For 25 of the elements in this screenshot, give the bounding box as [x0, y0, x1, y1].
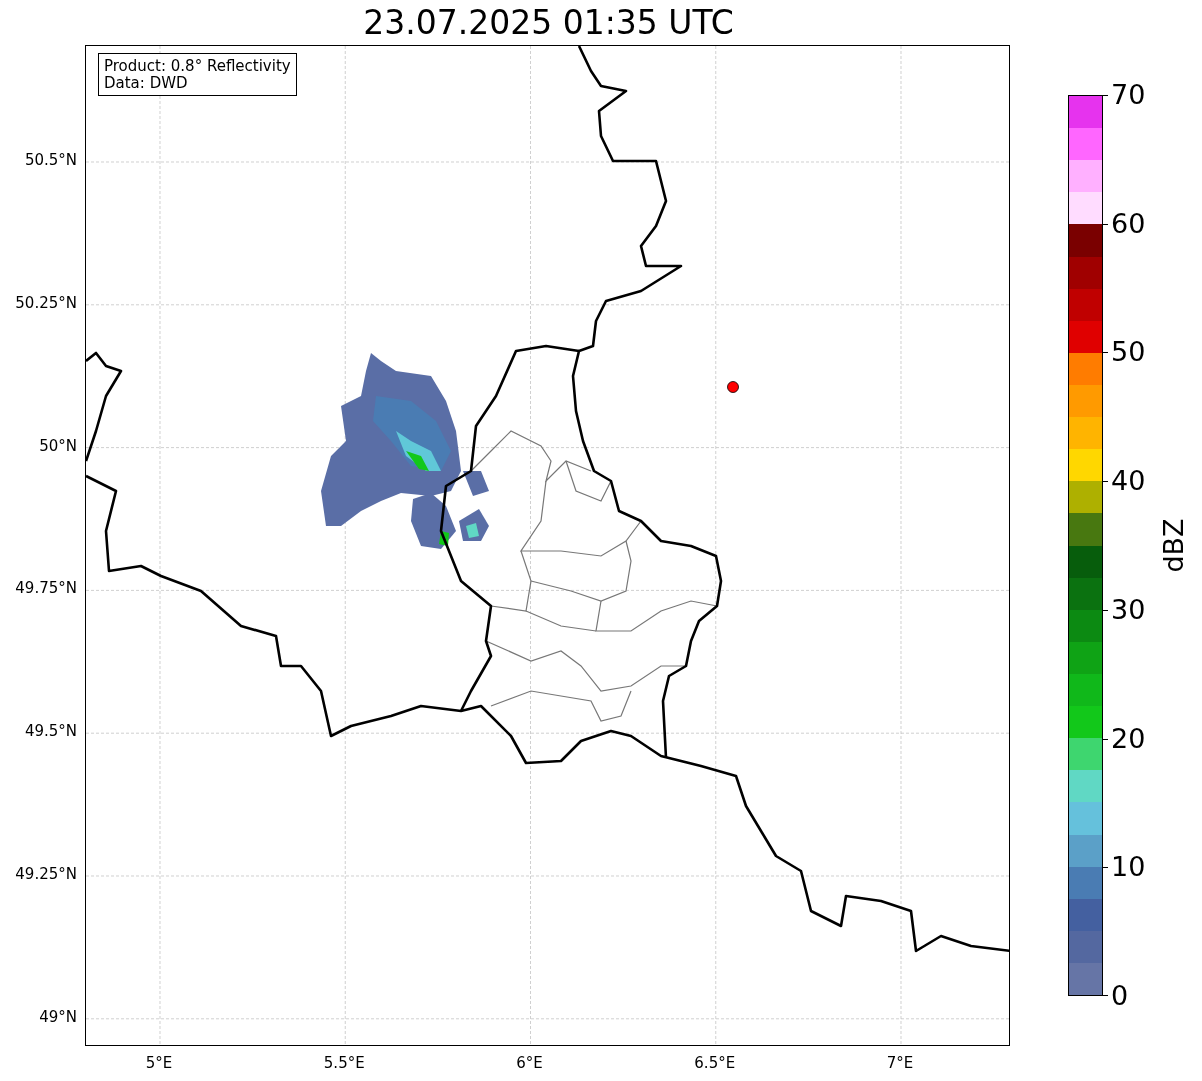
latitude-label: 50°N: [39, 438, 77, 454]
longitude-label: 7°E: [886, 1056, 914, 1071]
scale-value-label: 70: [1111, 81, 1146, 108]
latitude-label: 49°N: [39, 1009, 77, 1025]
longitude-label: 5.5°E: [323, 1056, 365, 1071]
longitude-label: 6°E: [516, 1056, 543, 1071]
scale-value-label: 50: [1111, 338, 1146, 366]
latitude-label: 49.5°N: [24, 724, 77, 740]
info-text: Data: DWD: [104, 75, 189, 92]
scale-value-label: 60: [1111, 209, 1146, 237]
scale-unit-label: dBZ: [1157, 518, 1189, 573]
scale-value-label: 0: [1111, 982, 1129, 1009]
latitude-label: 49.25°N: [15, 867, 77, 882]
scale-value-label: 30: [1111, 595, 1146, 623]
latitude-label: 50.25°N: [15, 295, 77, 311]
scale-value-label: 40: [1111, 467, 1146, 495]
scale-value-label: 10: [1111, 853, 1146, 881]
scale-value-label: 20: [1111, 724, 1146, 752]
latitude-label: 49.75°N: [15, 581, 77, 597]
info-text: Product: 0.8° Reflectivity: [104, 58, 291, 75]
longitude-label: 5°E: [145, 1056, 173, 1071]
longitude-label: 6.5°E: [694, 1056, 736, 1071]
chart-title: 23.07.2025 01:35 UTC: [363, 6, 734, 39]
latitude-label: 50.5°N: [24, 153, 77, 168]
location-marker: [727, 381, 739, 393]
